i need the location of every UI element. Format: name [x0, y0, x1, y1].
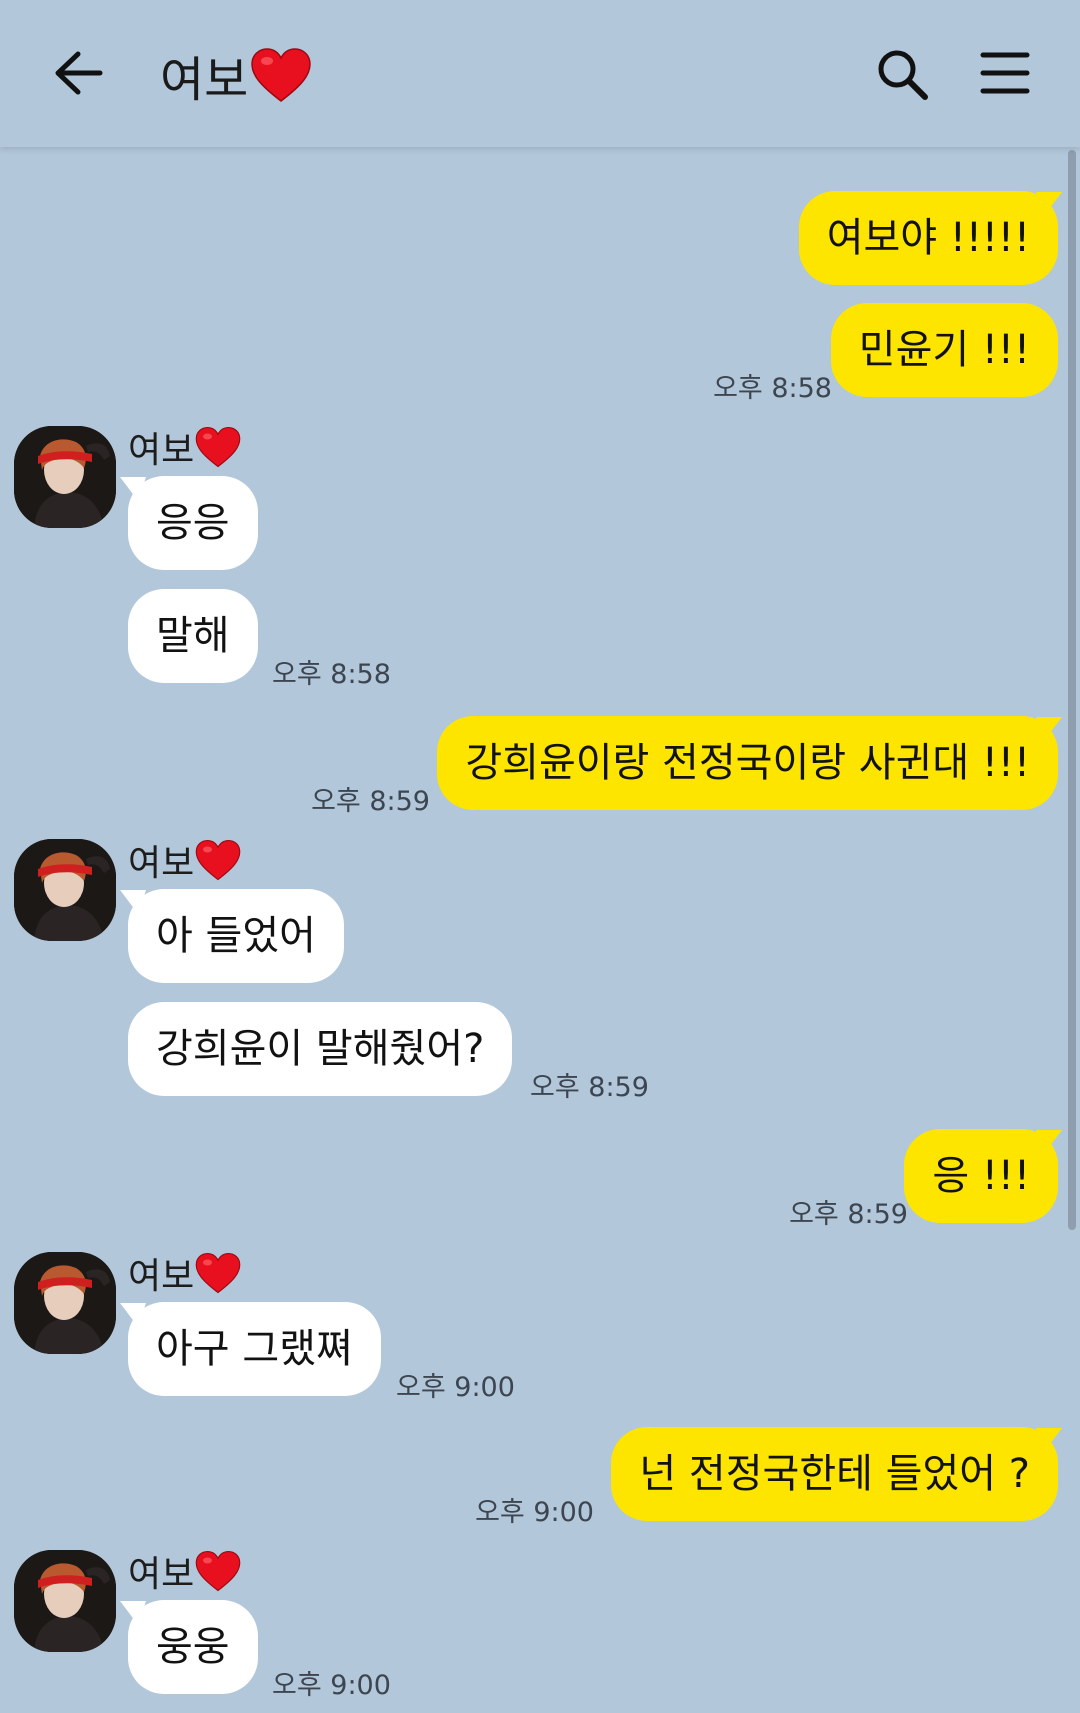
heart-icon [195, 426, 241, 468]
message-time: 오후 9:00 [396, 1372, 515, 1403]
sender-name: 여보 [128, 837, 242, 884]
heart-icon [195, 839, 241, 881]
message-text: 말해 [156, 613, 230, 659]
profile-photo [14, 1252, 116, 1354]
message-text: 넌 전정국한테 들었어 ? [639, 1451, 1030, 1497]
their-message-bubble[interactable]: 웅웅 [128, 1600, 258, 1694]
chat-header: 여보 [0, 0, 1080, 147]
sender-name: 여보 [128, 1548, 242, 1595]
heart-icon [251, 48, 312, 102]
back-button[interactable] [52, 48, 106, 98]
message-time: 오후 8:59 [789, 1199, 908, 1230]
message-time: 오후 9:00 [475, 1497, 594, 1528]
search-button[interactable] [874, 46, 930, 102]
arrow-left-icon [55, 51, 103, 95]
message-text: 아구 그랬쪄 [156, 1326, 353, 1372]
hamburger-menu-icon [980, 52, 1030, 94]
chat-title: 여보 [160, 42, 312, 108]
my-message-bubble[interactable]: 응 !!! [904, 1129, 1058, 1223]
message-text: 강희윤이 말해줬어? [156, 1026, 485, 1072]
my-message-bubble[interactable]: 넌 전정국한테 들었어 ? [611, 1427, 1058, 1521]
chat-title-text: 여보 [160, 52, 249, 108]
avatar[interactable] [14, 426, 116, 528]
my-message-bubble[interactable]: 강희윤이랑 전정국이랑 사귄대 !!! [437, 716, 1058, 810]
sender-name-text: 여보 [128, 843, 195, 884]
message-text: 응응 [156, 500, 230, 546]
their-message-bubble[interactable]: 말해 [128, 589, 258, 683]
their-message-bubble[interactable]: 아구 그랬쪄 [128, 1302, 381, 1396]
avatar[interactable] [14, 1550, 116, 1652]
message-text: 민윤기 !!! [858, 327, 1030, 373]
my-message-bubble[interactable]: 여보야 !!!!! [798, 191, 1058, 285]
message-time: 오후 8:58 [272, 659, 391, 690]
sender-name: 여보 [128, 1250, 242, 1297]
message-text: 응 !!! [932, 1153, 1030, 1199]
search-icon [878, 50, 928, 100]
their-message-bubble[interactable]: 응응 [128, 476, 258, 570]
sender-name-text: 여보 [128, 430, 195, 471]
message-time: 오후 8:58 [713, 373, 832, 404]
message-text: 웅웅 [156, 1624, 230, 1670]
heart-icon [195, 1550, 241, 1592]
their-message-bubble[interactable]: 강희윤이 말해줬어? [128, 1002, 513, 1096]
scrollbar[interactable] [1068, 150, 1076, 1230]
my-message-bubble[interactable]: 민윤기 !!! [830, 303, 1058, 397]
profile-photo [14, 839, 116, 941]
menu-button[interactable] [980, 50, 1030, 96]
message-text: 아 들었어 [156, 913, 316, 959]
heart-icon [195, 1252, 241, 1294]
their-message-bubble[interactable]: 아 들었어 [128, 889, 344, 983]
message-time: 오후 8:59 [311, 786, 430, 817]
sender-name-text: 여보 [128, 1554, 195, 1595]
message-text: 강희윤이랑 전정국이랑 사귄대 !!! [465, 740, 1030, 786]
profile-photo [14, 1550, 116, 1652]
avatar[interactable] [14, 839, 116, 941]
sender-name: 여보 [128, 424, 242, 471]
profile-photo [14, 426, 116, 528]
avatar[interactable] [14, 1252, 116, 1354]
message-time: 오후 8:59 [530, 1072, 649, 1103]
message-time: 오후 9:00 [272, 1670, 391, 1701]
sender-name-text: 여보 [128, 1256, 195, 1297]
message-text: 여보야 !!!!! [826, 215, 1030, 261]
